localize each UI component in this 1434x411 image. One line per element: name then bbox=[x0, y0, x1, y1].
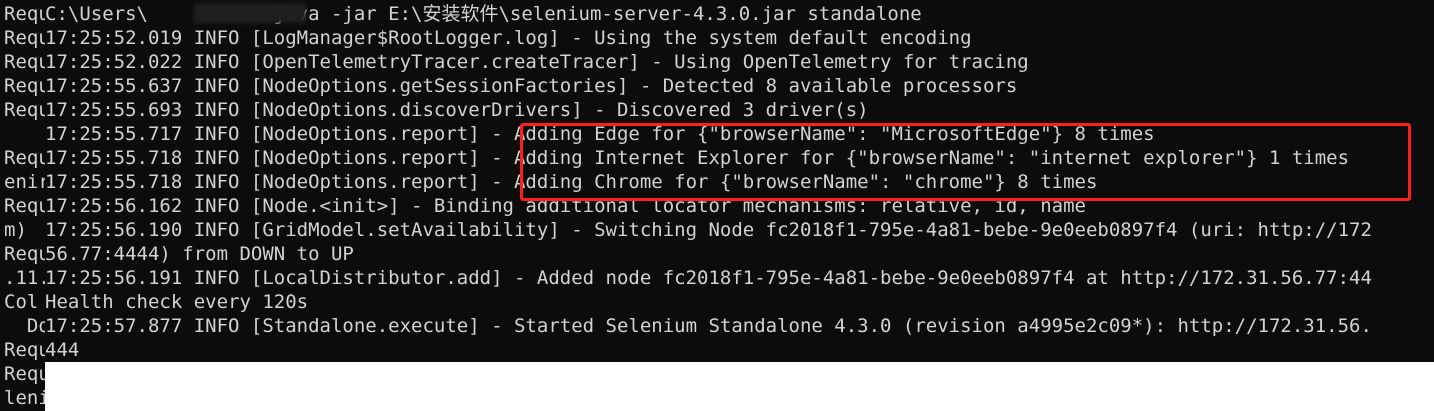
log-line: Health check every 120s bbox=[45, 291, 309, 313]
strip-line: Requ bbox=[4, 195, 45, 217]
strip-line: Requ bbox=[4, 75, 45, 97]
log-line: 17:25:56.190 INFO [GridModel.setAvailabi… bbox=[45, 219, 1372, 241]
log-line: 17:25:57.877 INFO [Standalone.execute] -… bbox=[45, 315, 1372, 337]
strip-line: m) bbox=[4, 219, 27, 241]
strip-line: Do bbox=[26, 315, 45, 337]
log-line: 444 bbox=[45, 339, 80, 361]
background-window-strip: Requ Requ Requ Requ Requ Requ enir Requ … bbox=[0, 0, 45, 411]
strip-line: Requ bbox=[4, 99, 45, 121]
strip-line: leni bbox=[4, 387, 45, 409]
redacted-username bbox=[194, 3, 306, 23]
strip-line bbox=[4, 122, 45, 146]
strip-line: Requ bbox=[4, 363, 45, 385]
log-line: 56.77:4444) from DOWN to UP bbox=[45, 243, 354, 265]
red-highlight-annotation bbox=[520, 123, 1411, 201]
strip-line: enir bbox=[4, 171, 45, 193]
blank-area bbox=[45, 362, 1434, 411]
strip-line: .11. bbox=[4, 267, 45, 289]
log-line: 17:25:55.693 INFO [NodeOptions.discoverD… bbox=[45, 99, 869, 121]
strip-line: Requ bbox=[4, 243, 45, 265]
strip-line: Requ bbox=[4, 147, 45, 169]
strip-line: Col bbox=[4, 291, 39, 313]
log-line: 17:25:55.637 INFO [NodeOptions.getSessio… bbox=[45, 75, 1018, 97]
log-line: 17:25:52.022 INFO [OpenTelemetryTracer.c… bbox=[45, 51, 1029, 73]
log-line: 17:25:56.191 INFO [LocalDistributor.add]… bbox=[45, 267, 1372, 289]
terminal-screenshot: Requ Requ Requ Requ Requ Requ enir Requ … bbox=[0, 0, 1434, 411]
strip-line: Requ bbox=[4, 3, 45, 25]
strip-line: Requ bbox=[4, 51, 45, 73]
strip-line: Requ bbox=[4, 339, 45, 361]
log-line: 17:25:52.019 INFO [LogManager$RootLogger… bbox=[45, 27, 972, 49]
strip-line: Requ bbox=[4, 27, 45, 49]
